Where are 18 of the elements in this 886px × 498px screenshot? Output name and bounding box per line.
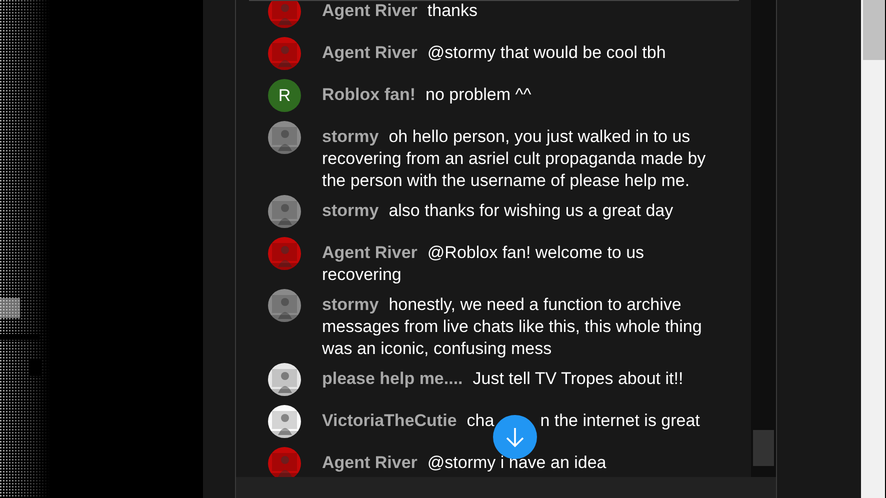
message-text: n the internet is great — [540, 411, 700, 430]
chat-message: Agent River @stormy i have an idea — [322, 452, 608, 474]
chat-message: Agent River thanks — [322, 0, 479, 22]
message-text: cha — [466, 411, 494, 430]
chat-message: Agent River @Roblox fan! welcome to us recovering — [322, 242, 646, 286]
chat-message: stormy oh hello person, you just walked in to us recovering from an asriel cult propaganda made by the person with the username of please help me. — [322, 126, 707, 192]
chat-message: please help me.... Just tell TV Tropes about it!! — [322, 368, 684, 390]
arrow-down-icon — [504, 426, 526, 448]
chat-message: Agent River @stormy that would be cool tbh — [322, 42, 667, 64]
scrollbar-thumb[interactable] — [753, 430, 774, 466]
chat-author: VictoriaTheCutie — [322, 411, 457, 430]
chat-message: stormy also thanks for wishing us a great day — [322, 200, 674, 222]
scrollbar-thumb[interactable] — [863, 0, 885, 60]
avatar-letter: R — [278, 84, 291, 107]
chat-message: stormy honestly, we need a function to archive messages from live chats like this, this whole thing was an iconic, confusing mess — [322, 294, 703, 360]
page-scrollbar[interactable] — [861, 0, 885, 498]
chat-scrollbar[interactable] — [751, 0, 776, 477]
chat-message: Roblox fan! no problem ^^ — [322, 84, 532, 106]
